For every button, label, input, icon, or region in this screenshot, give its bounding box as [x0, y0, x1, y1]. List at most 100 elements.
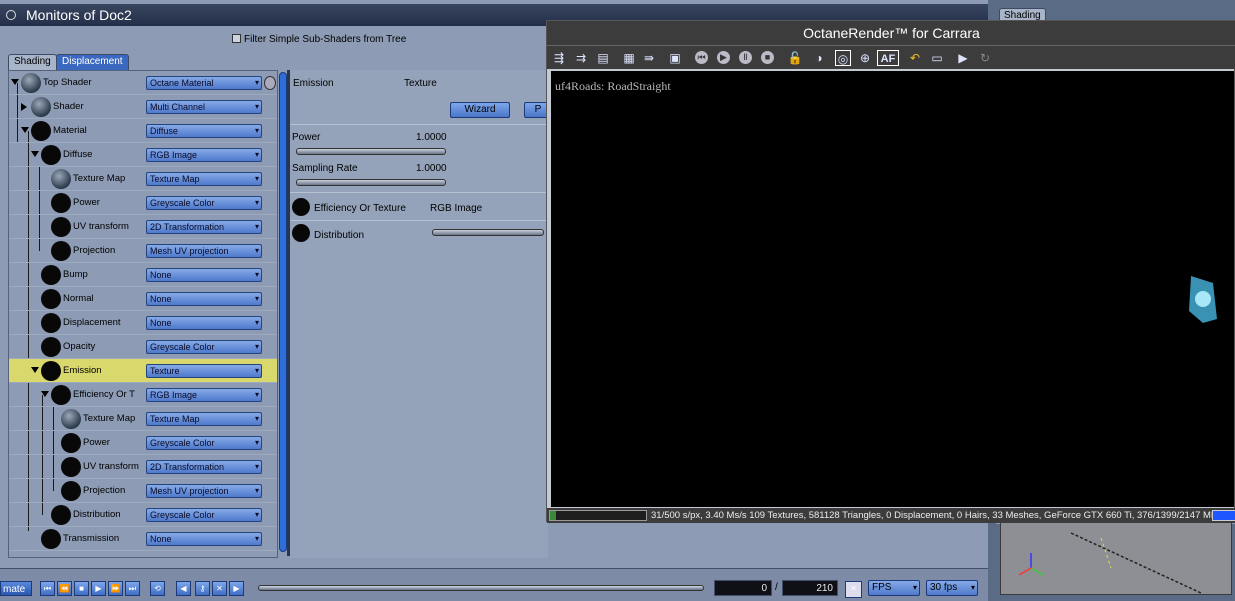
save-image-icon[interactable]: ▦ — [621, 50, 637, 66]
tree-row[interactable]: Opacity Greyscale Color ▾ — [9, 335, 277, 359]
shader-preview-ball — [61, 457, 81, 477]
shader-type-dropdown[interactable]: 2D Transformation ▾ — [146, 460, 262, 474]
filter-checkbox[interactable] — [232, 34, 241, 43]
send-icon[interactable]: ⇛ — [641, 50, 657, 66]
go-to-end-icon[interactable]: ⏭ — [125, 581, 140, 596]
tree-row[interactable]: Texture Map Texture Map ▾ — [9, 407, 277, 431]
animate-button[interactable]: mate — [0, 581, 32, 596]
shader-type-dropdown[interactable]: Mesh UV projection ▾ — [146, 244, 262, 258]
expanded-triangle-icon[interactable] — [31, 151, 39, 157]
tree-scrollbar[interactable] — [279, 72, 287, 552]
stop-render-icon[interactable]: ■ — [761, 51, 774, 64]
tree-row[interactable]: Shader Multi Channel ▾ — [9, 95, 277, 119]
export-icon[interactable]: ⇉ — [573, 50, 589, 66]
tree-row[interactable]: Efficiency Or T RGB Image ▾ — [9, 383, 277, 407]
close-circle-icon[interactable] — [6, 10, 16, 20]
autofocus-icon[interactable]: AF — [877, 50, 899, 66]
tree-row[interactable]: UV transform 2D Transformation ▾ — [9, 455, 277, 479]
total-frames-field[interactable]: 210 — [782, 580, 838, 596]
trash-icon[interactable] — [264, 76, 276, 90]
chevron-down-icon: ▾ — [254, 342, 259, 351]
wizard-button[interactable]: Wizard — [450, 102, 510, 118]
tree-row[interactable]: Material Diffuse ▾ — [9, 119, 277, 143]
tree-row[interactable]: Displacement None ▾ — [9, 311, 277, 335]
shader-type-dropdown[interactable]: Multi Channel ▾ — [146, 100, 262, 114]
shader-type-dropdown[interactable]: None ▾ — [146, 532, 262, 546]
tree-row[interactable]: Power Greyscale Color ▾ — [9, 191, 277, 215]
shader-type-dropdown[interactable]: Mesh UV projection ▾ — [146, 484, 262, 498]
play-icon[interactable]: ▶ — [91, 581, 106, 596]
shader-type-dropdown[interactable]: None ▾ — [146, 268, 262, 282]
tree-row[interactable]: Transmission None ▾ — [9, 527, 277, 551]
tab-shading[interactable]: Shading — [8, 54, 57, 70]
tree-row[interactable]: Top Shader Octane Material ▾ — [9, 71, 277, 95]
export-scene-icon[interactable]: ⇶ — [551, 50, 567, 66]
next-key-icon[interactable]: ▶ — [229, 581, 244, 596]
expanded-triangle-icon[interactable] — [41, 391, 49, 397]
shader-type-dropdown[interactable]: Greyscale Color ▾ — [146, 340, 262, 354]
camera-focus-icon[interactable]: ◎ — [835, 50, 851, 66]
shader-type-dropdown[interactable]: RGB Image ▾ — [146, 148, 262, 162]
stop-icon[interactable]: ■ — [74, 581, 89, 596]
region-render-icon[interactable]: ▭ — [929, 50, 945, 66]
pause-render-icon[interactable]: Ⅱ — [739, 51, 752, 64]
tab-displacement[interactable]: Displacement — [56, 54, 129, 70]
tree-row[interactable]: UV transform 2D Transformation ▾ — [9, 215, 277, 239]
tree-row[interactable]: Texture Map Texture Map ▾ — [9, 167, 277, 191]
collapsed-triangle-icon[interactable] — [21, 103, 27, 111]
tree-row[interactable]: Power Greyscale Color ▾ — [9, 431, 277, 455]
time-slider[interactable] — [258, 585, 704, 591]
chevron-down-icon: ▾ — [254, 222, 259, 231]
tree-row[interactable]: Diffuse RGB Image ▾ — [9, 143, 277, 167]
shader-type-dropdown[interactable]: 2D Transformation ▾ — [146, 220, 262, 234]
shader-type-dropdown[interactable]: Texture ▾ — [146, 364, 262, 378]
filter-option[interactable]: Filter Simple Sub-Shaders from Tree — [232, 34, 406, 45]
sampling-rate-slider[interactable] — [296, 179, 446, 186]
render-viewport[interactable]: uf4Roads: RoadStraight — [551, 71, 1234, 507]
delete-key-icon[interactable]: ✕ — [212, 581, 227, 596]
start-render-icon[interactable]: ▶ — [717, 51, 730, 64]
shader-type-dropdown[interactable]: None ▾ — [146, 292, 262, 306]
shader-type-dropdown[interactable]: None ▾ — [146, 316, 262, 330]
tree-row[interactable]: Projection Mesh UV projection ▾ — [9, 239, 277, 263]
help-book-icon[interactable]: ▣ — [667, 50, 683, 66]
power-slider[interactable] — [296, 148, 446, 155]
shader-type-dropdown[interactable]: Texture Map ▾ — [146, 412, 262, 426]
current-frame-field[interactable]: 0 — [714, 580, 772, 596]
shader-type-dropdown[interactable]: Texture Map ▾ — [146, 172, 262, 186]
go-to-start-icon[interactable]: ⏮ — [40, 581, 55, 596]
expanded-triangle-icon[interactable] — [11, 79, 19, 85]
loop-icon[interactable]: ⟲ — [150, 581, 165, 596]
tree-row[interactable]: Normal None ▾ — [9, 287, 277, 311]
key-icon[interactable]: ⚷ — [195, 581, 210, 596]
color-picker-icon[interactable]: ◑ — [811, 50, 827, 66]
shader-type-dropdown[interactable]: Greyscale Color ▾ — [146, 436, 262, 450]
open-folder-icon[interactable]: ▤ — [595, 50, 611, 66]
fast-forward-icon[interactable]: ⏩ — [108, 581, 123, 596]
close-x-icon[interactable]: ✕ — [845, 581, 862, 598]
shader-type-dropdown[interactable]: Greyscale Color ▾ — [146, 508, 262, 522]
shader-type-dropdown[interactable]: Diffuse ▾ — [146, 124, 262, 138]
tree-row[interactable]: Projection Mesh UV projection ▾ — [9, 479, 277, 503]
distribution-slider[interactable] — [432, 229, 544, 236]
expanded-triangle-icon[interactable] — [31, 367, 39, 373]
fps-unit-select[interactable]: FPS ▾ — [868, 580, 920, 596]
camera-icon[interactable]: ▶ — [955, 50, 971, 66]
shader-type-dropdown[interactable]: Greyscale Color ▾ — [146, 196, 262, 210]
rewind-icon[interactable]: ⏪ — [57, 581, 72, 596]
3d-viewport[interactable] — [1000, 522, 1232, 595]
undo-icon[interactable]: ↶ — [907, 50, 923, 66]
tree-row[interactable]: Bump None ▾ — [9, 263, 277, 287]
fps-value-select[interactable]: 30 fps ▾ — [926, 580, 978, 596]
rewind-render-icon[interactable]: ⏮ — [695, 51, 708, 64]
tree-row[interactable]: Distribution Greyscale Color ▾ — [9, 503, 277, 527]
tree-row[interactable]: Emission Texture ▾ — [9, 359, 277, 383]
distribution-preview-ball[interactable] — [292, 224, 310, 242]
prev-key-icon[interactable]: ◀ — [176, 581, 191, 596]
expanded-triangle-icon[interactable] — [21, 127, 29, 133]
shader-type-dropdown[interactable]: Octane Material ▾ — [146, 76, 262, 90]
crosshair-icon[interactable]: ⊕ — [857, 50, 873, 66]
shader-type-dropdown[interactable]: RGB Image ▾ — [146, 388, 262, 402]
efficiency-preview-ball[interactable] — [292, 198, 310, 216]
lock-icon[interactable]: 🔓 — [787, 50, 803, 66]
